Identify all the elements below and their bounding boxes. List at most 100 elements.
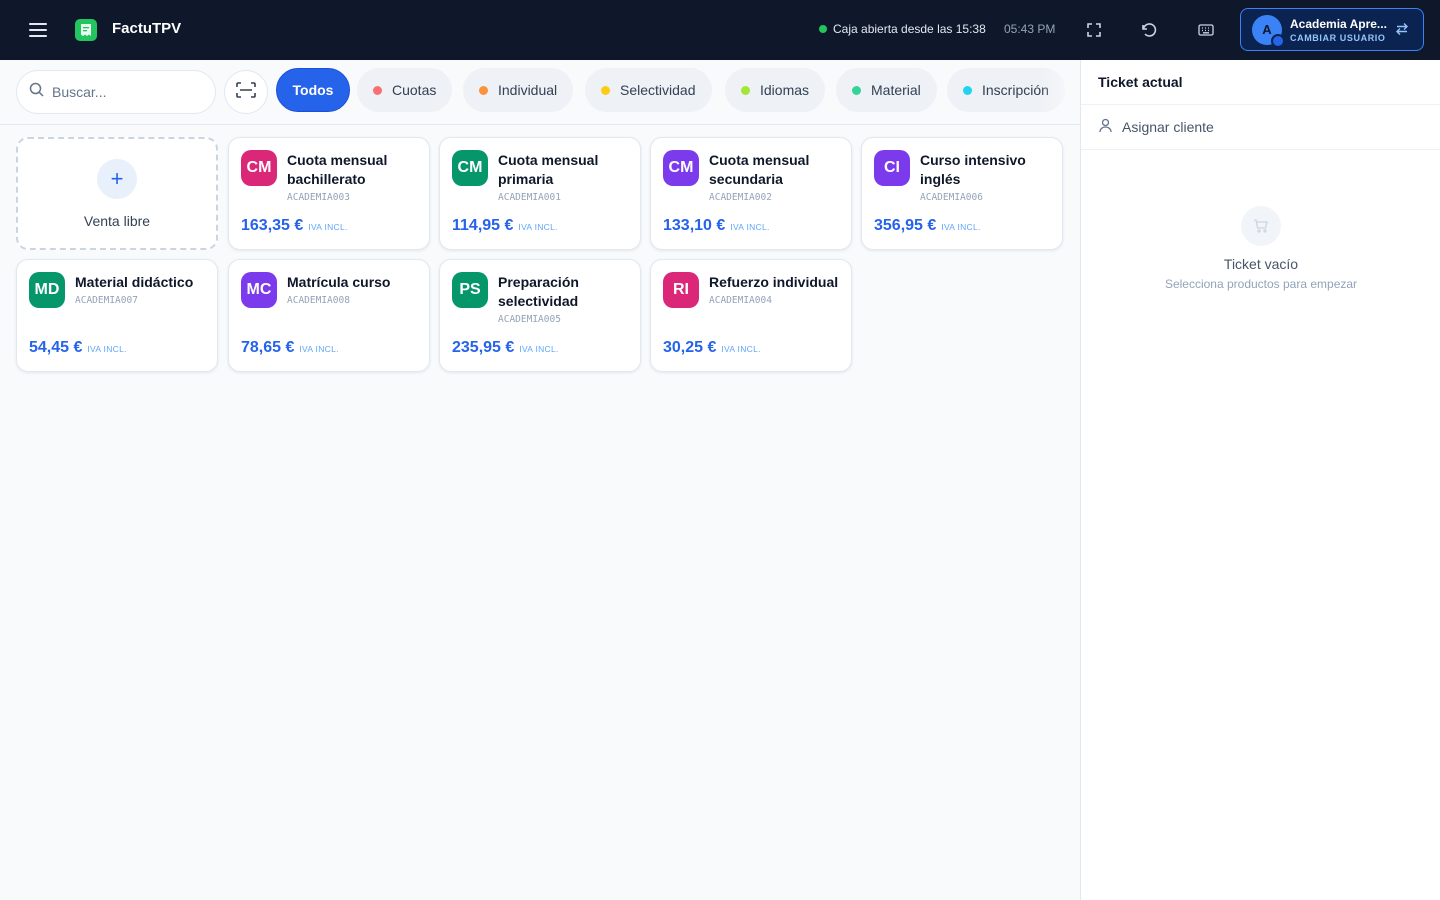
price-amount: 114,95 € xyxy=(452,217,514,234)
product-name: Refuerzo individual xyxy=(709,274,839,290)
product-code: ACADEMIA003 xyxy=(287,192,350,203)
product-price: 133,10 € IVA INCL. xyxy=(663,217,770,235)
tax-label: IVA INCL. xyxy=(518,222,558,232)
price-amount: 356,95 € xyxy=(874,217,937,234)
divider xyxy=(1081,149,1440,150)
category-chip-selectividad[interactable]: Selectividad xyxy=(585,68,712,112)
product-initials-badge: CM xyxy=(663,150,699,186)
price-amount: 163,35 € xyxy=(241,217,304,234)
price-amount: 78,65 € xyxy=(241,339,295,356)
product-card[interactable]: CI Curso intensivo inglés ACADEMIA006 35… xyxy=(861,137,1063,250)
product-price: 356,95 € IVA INCL. xyxy=(874,217,981,235)
barcode-scan-icon xyxy=(236,81,256,103)
user-name: Academia Apre... xyxy=(1290,16,1387,31)
tax-label: IVA INCL. xyxy=(941,222,981,232)
product-card[interactable]: PS Preparación selectividad ACADEMIA005 … xyxy=(439,259,641,372)
chip-label: Idiomas xyxy=(760,82,810,98)
tax-label: IVA INCL. xyxy=(519,344,559,354)
fullscreen-icon[interactable] xyxy=(1082,18,1106,42)
search-box[interactable] xyxy=(16,70,216,114)
tax-label: IVA INCL. xyxy=(721,344,761,354)
receipt-logo-icon xyxy=(75,19,97,41)
price-amount: 54,45 € xyxy=(29,339,83,356)
scroll-fade xyxy=(1040,60,1080,124)
product-card[interactable]: CM Cuota mensual bachillerato ACADEMIA00… xyxy=(228,137,430,250)
category-chip-idiomas[interactable]: Idiomas xyxy=(725,68,826,112)
tax-label: IVA INCL. xyxy=(87,344,127,354)
app-title: FactuTPV xyxy=(112,20,182,37)
product-initials-badge: CM xyxy=(241,150,277,186)
assign-client-button[interactable]: Asignar cliente xyxy=(1098,118,1214,136)
product-code: ACADEMIA002 xyxy=(709,192,772,203)
product-name: Matrícula curso xyxy=(287,274,391,290)
plus-icon: + xyxy=(97,158,137,199)
category-color-dot xyxy=(741,85,750,95)
clock: 05:43 PM xyxy=(1004,22,1056,36)
product-code: ACADEMIA004 xyxy=(709,295,772,306)
top-bar: FactuTPV Caja abierta desde las 15:38 05… xyxy=(0,0,1440,60)
free-sale-card[interactable]: + Venta libre xyxy=(16,137,218,250)
product-price: 235,95 € IVA INCL. xyxy=(452,339,559,357)
empty-ticket-title: Ticket vacío xyxy=(1223,256,1299,272)
product-name: Preparación selectividad xyxy=(498,274,579,309)
free-sale-label: Venta libre xyxy=(83,212,151,229)
product-price: 78,65 € IVA INCL. xyxy=(241,339,339,357)
product-code: ACADEMIA008 xyxy=(287,295,350,306)
tax-label: IVA INCL. xyxy=(299,344,339,354)
product-card[interactable]: CM Cuota mensual secundaria ACADEMIA002 … xyxy=(650,137,852,250)
product-name: Cuota mensual secundaria xyxy=(709,152,810,187)
product-card[interactable]: CM Cuota mensual primaria ACADEMIA001 11… xyxy=(439,137,641,250)
product-area: Todos Cuotas Individual Selectividad Idi… xyxy=(0,60,1080,900)
category-chip-material[interactable]: Material xyxy=(836,68,937,112)
search-input[interactable] xyxy=(52,84,192,100)
chip-label: Individual xyxy=(498,82,558,98)
category-chip-cuotas[interactable]: Cuotas xyxy=(357,68,453,112)
chip-label: Selectividad xyxy=(620,82,696,98)
hamburger-icon[interactable] xyxy=(22,18,54,42)
product-initials-badge: RI xyxy=(663,272,699,308)
user-icon xyxy=(1098,118,1113,136)
product-code: ACADEMIA006 xyxy=(920,192,983,203)
product-initials-badge: CI xyxy=(874,150,910,186)
chip-label: Inscripción xyxy=(982,82,1049,98)
switch-user-label: CAMBIAR USUARIO xyxy=(1290,32,1386,43)
divider xyxy=(1081,104,1440,105)
product-name: Material didáctico xyxy=(75,274,194,290)
product-code: ACADEMIA001 xyxy=(498,192,561,203)
product-price: 54,45 € IVA INCL. xyxy=(29,339,127,357)
status-text: Caja abierta desde las 15:38 xyxy=(833,22,986,36)
price-amount: 235,95 € xyxy=(452,339,515,356)
assign-client-label: Asignar cliente xyxy=(1122,119,1214,135)
category-chip-individual[interactable]: Individual xyxy=(463,68,574,112)
cash-register-status: Caja abierta desde las 15:38 xyxy=(819,22,986,36)
refresh-icon[interactable] xyxy=(1137,18,1161,42)
barcode-scan-button[interactable] xyxy=(224,70,268,114)
chip-label: Material xyxy=(871,82,921,98)
avatar: A xyxy=(1252,14,1285,48)
empty-ticket-state: Ticket vacío Selecciona productos para e… xyxy=(1081,206,1440,291)
category-color-dot xyxy=(373,85,382,95)
product-name: Cuota mensual primaria xyxy=(498,152,599,187)
cart-icon xyxy=(1241,206,1281,246)
user-switch-button[interactable]: A Academia Apre... CAMBIAR USUARIO xyxy=(1240,8,1424,51)
keyboard-icon[interactable] xyxy=(1194,18,1218,42)
ticket-panel: Ticket actual Asignar cliente Ticket vac… xyxy=(1080,60,1440,900)
search-icon xyxy=(29,82,44,102)
product-card[interactable]: MD Material didáctico ACADEMIA007 54,45 … xyxy=(16,259,218,372)
ticket-title: Ticket actual xyxy=(1098,74,1183,90)
product-price: 163,35 € IVA INCL. xyxy=(241,217,348,235)
product-initials-badge: PS xyxy=(452,272,488,308)
product-price: 30,25 € IVA INCL. xyxy=(663,339,761,357)
tax-label: IVA INCL. xyxy=(730,222,770,232)
price-amount: 133,10 € xyxy=(663,217,726,234)
product-card[interactable]: RI Refuerzo individual ACADEMIA004 30,25… xyxy=(650,259,852,372)
product-initials-badge: MD xyxy=(29,272,65,308)
product-card[interactable]: MC Matrícula curso ACADEMIA008 78,65 € I… xyxy=(228,259,430,372)
swap-arrows-icon xyxy=(1395,22,1411,38)
category-color-dot xyxy=(852,85,861,95)
product-code: ACADEMIA005 xyxy=(498,314,561,325)
product-code: ACADEMIA007 xyxy=(75,295,138,306)
avatar-initial: A xyxy=(1262,22,1272,37)
category-chip-todos[interactable]: Todos xyxy=(276,68,350,112)
empty-ticket-subtitle: Selecciona productos para empezar xyxy=(1164,277,1358,291)
